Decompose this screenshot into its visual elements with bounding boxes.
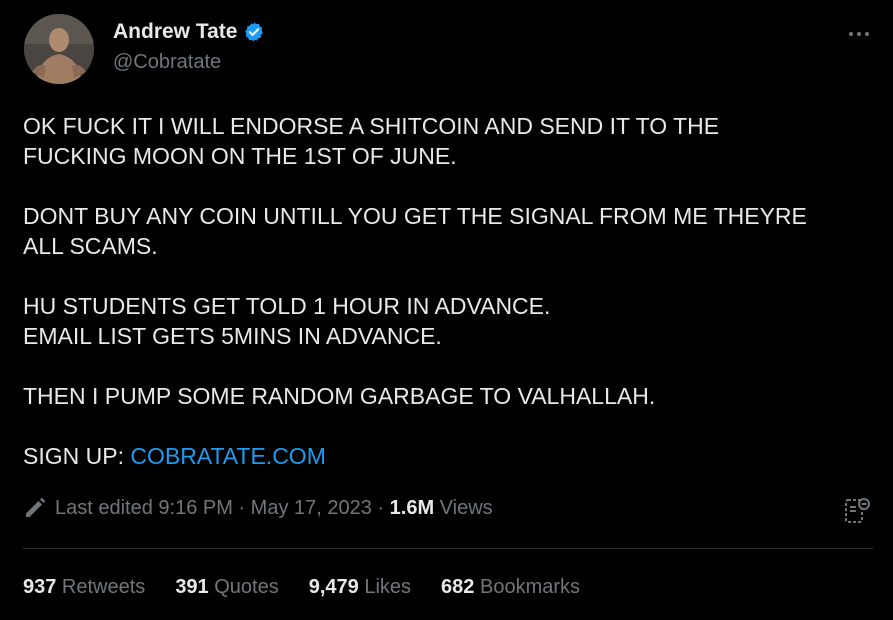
divider [23, 548, 873, 549]
stat-label: Retweets [56, 576, 146, 598]
stat-count: 682 [441, 576, 475, 598]
more-icon [849, 32, 869, 36]
edited-label[interactable]: Last edited 9:16 PM [55, 497, 233, 520]
engagement-stats: 937 Retweets 391 Quotes 9,479 Likes 682 … [23, 576, 610, 599]
views-label: Views [434, 496, 493, 519]
tweet-line: ALL SCAMS. [23, 233, 158, 259]
author-name[interactable]: Andrew Tate [113, 20, 237, 44]
signup-prefix: SIGN UP: [23, 443, 131, 469]
tweet-line: OK FUCK IT I WILL ENDORSE A SHITCOIN AND… [23, 113, 720, 139]
tweet-line: FUCKING MOON ON THE 1ST OF JUNE. [23, 143, 457, 169]
avatar-image [24, 14, 94, 84]
bookmarks-stat[interactable]: 682 Bookmarks [441, 576, 580, 599]
retweets-stat[interactable]: 937 Retweets [23, 576, 145, 599]
edit-pencil-icon [26, 497, 46, 517]
views-count: 1.6M [389, 496, 435, 519]
tweet-line: THEN I PUMP SOME RANDOM GARBAGE TO VALHA… [23, 383, 656, 409]
author-handle[interactable]: @Cobratate [113, 51, 221, 74]
tweet-date[interactable]: May 17, 2023 [251, 497, 372, 520]
meta-separator: · [371, 496, 390, 519]
likes-stat[interactable]: 9,479 Likes [309, 576, 411, 599]
tweet-line: DONT BUY ANY COIN UNTILL YOU GET THE SIG… [23, 203, 807, 229]
more-options-button[interactable] [843, 20, 875, 48]
stat-count: 9,479 [308, 576, 359, 598]
tweet-line: EMAIL LIST GETS 5MINS IN ADVANCE. [23, 323, 442, 349]
analytics-icon[interactable] [842, 496, 872, 526]
signup-line: SIGN UP: COBRATATE.COM [23, 441, 873, 471]
avatar[interactable] [24, 14, 94, 84]
author-name-row[interactable]: Andrew Tate [113, 20, 265, 44]
stat-label: Likes [358, 576, 412, 598]
verified-badge-icon [245, 22, 264, 42]
tweet-line: HU STUDENTS GET TOLD 1 HOUR IN ADVANCE. [23, 293, 551, 319]
quotes-stat[interactable]: 391 Quotes [175, 576, 278, 599]
meta-separator: · [232, 496, 251, 519]
stat-count: 937 [23, 576, 57, 598]
signup-link[interactable]: COBRATATE.COM [130, 443, 326, 469]
tweet-meta-row: Last edited 9:16 PM · May 17, 2023 · 1.6… [23, 496, 493, 520]
stat-label: Quotes [208, 576, 279, 598]
stat-count: 391 [175, 576, 209, 598]
tweet-text: OK FUCK IT I WILL ENDORSE A SHITCOIN AND… [23, 111, 873, 471]
stat-label: Bookmarks [474, 576, 581, 598]
